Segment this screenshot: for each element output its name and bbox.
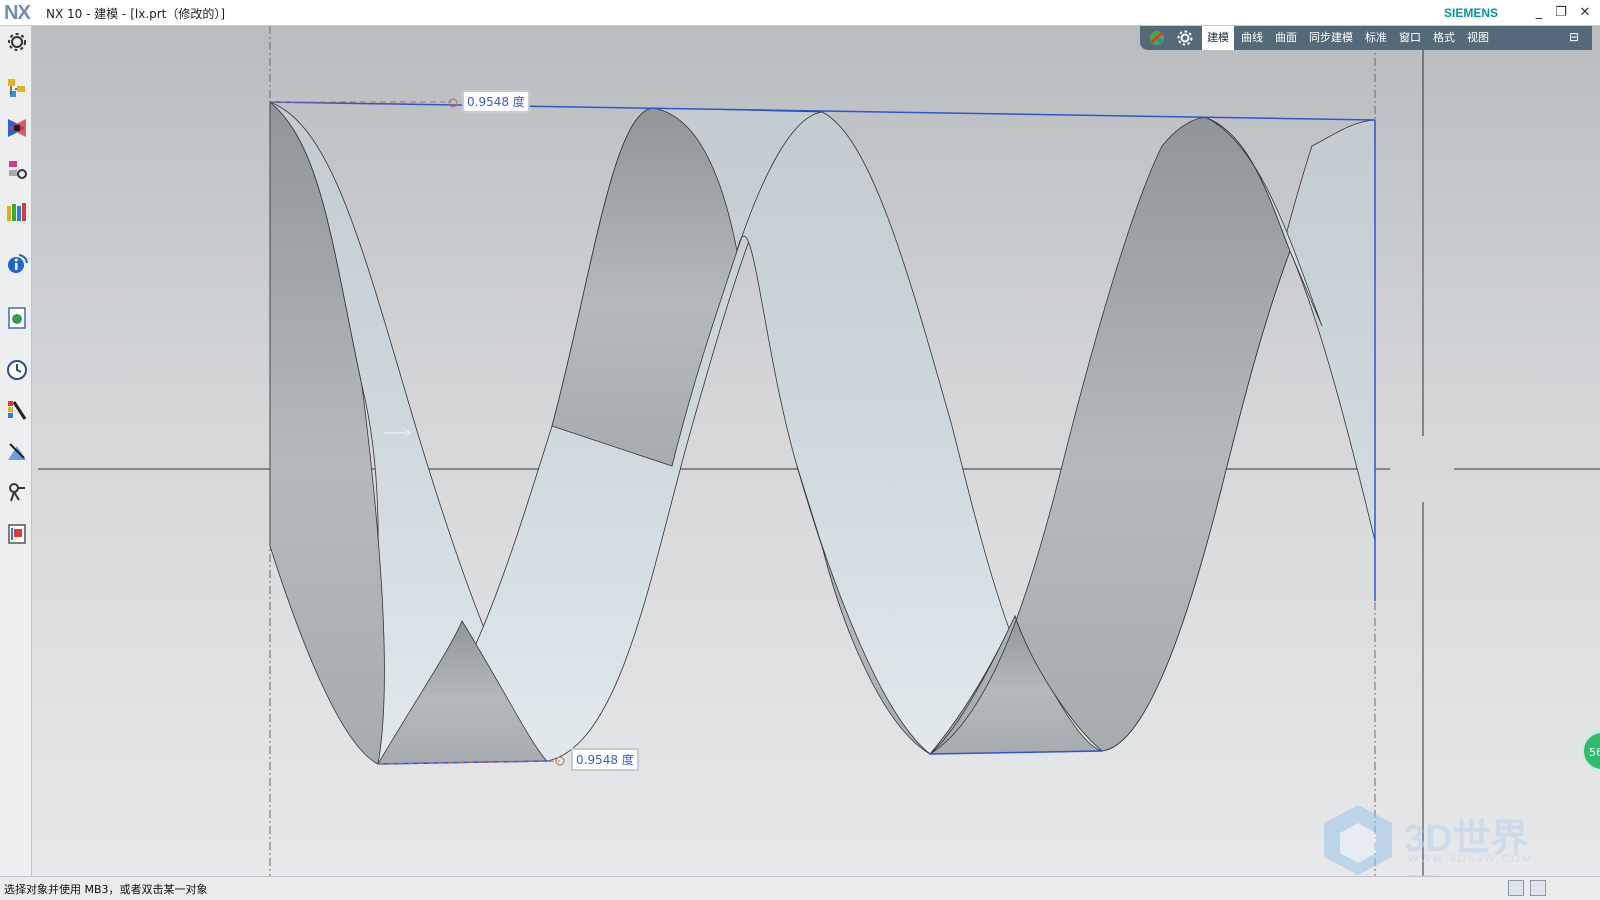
fullscreen-toggle-icon[interactable] [1530, 880, 1546, 896]
close-button[interactable]: ✕ [1576, 4, 1594, 22]
watermark-text: 3D世界网 [1404, 818, 1529, 876]
site-watermark: 3D世界网 WWW.3DSJW.COM [1318, 803, 1558, 876]
tab-curve[interactable]: 曲线 [1236, 26, 1268, 50]
graphics-window[interactable]: 0.9548 度 0.9548 度 3D世界网 WWW.3DSJW.COM [32, 26, 1600, 876]
title-bar: NX NX 10 - 建模 - [lx.prt（修改的）] SIEMENS _ … [0, 0, 1600, 26]
ribbon-collapse-icon[interactable]: ⊟ [1566, 29, 1582, 45]
tab-surface[interactable]: 曲面 [1270, 26, 1302, 50]
ribbon-bar: 建模 曲线 曲面 同步建模 标准 窗口 格式 视图 ⊟ [1140, 26, 1592, 50]
gear-icon[interactable] [1176, 29, 1194, 47]
siemens-brand: SIEMENS [1444, 6, 1499, 20]
angle-dimension-top[interactable]: 0.9548 度 [462, 90, 530, 113]
part-navigator-icon[interactable] [5, 158, 29, 182]
constraint-navigator-icon[interactable] [5, 116, 29, 140]
tab-view[interactable]: 视图 [1462, 26, 1494, 50]
history-clock-icon[interactable] [5, 358, 29, 382]
cube-logo-icon [1324, 805, 1392, 875]
helix-model[interactable] [32, 26, 1600, 876]
info-icon[interactable] [5, 252, 29, 276]
status-toggle-icon[interactable] [1508, 880, 1524, 896]
color-palette-icon[interactable] [1148, 29, 1166, 47]
tab-format[interactable]: 格式 [1428, 26, 1460, 50]
angle-dimension-bottom[interactable]: 0.9548 度 [571, 748, 639, 771]
resource-bar [0, 26, 32, 876]
helix-band-2-top [551, 107, 738, 467]
roles-icon[interactable] [5, 522, 29, 546]
settings-gear-icon[interactable] [5, 30, 29, 54]
minimize-button[interactable]: _ [1530, 4, 1548, 22]
window-title: NX 10 - 建模 - [lx.prt（修改的）] [46, 7, 226, 21]
tab-window[interactable]: 窗口 [1394, 26, 1426, 50]
tab-modeling[interactable]: 建模 [1202, 26, 1234, 50]
web-browser-icon[interactable] [5, 306, 29, 330]
restore-button[interactable]: ❐ [1552, 4, 1570, 22]
tab-synchronous-modeling[interactable]: 同步建模 [1304, 26, 1358, 50]
visual-palette-icon[interactable] [5, 398, 29, 422]
watermark-url: WWW.3DSJW.COM [1408, 853, 1533, 865]
status-bar: 选择对象并使用 MB3，或者双击某一对象 [0, 876, 1600, 900]
process-studio-icon[interactable] [5, 480, 29, 504]
reuse-library-icon[interactable] [5, 200, 29, 224]
status-prompt: 选择对象并使用 MB3，或者双击某一对象 [4, 883, 208, 896]
assembly-navigator-icon[interactable] [5, 76, 29, 100]
dim-handle-top[interactable] [448, 98, 458, 108]
system-materials-icon[interactable] [5, 440, 29, 464]
tab-standard[interactable]: 标准 [1360, 26, 1392, 50]
nx-logo: NX [4, 2, 31, 24]
